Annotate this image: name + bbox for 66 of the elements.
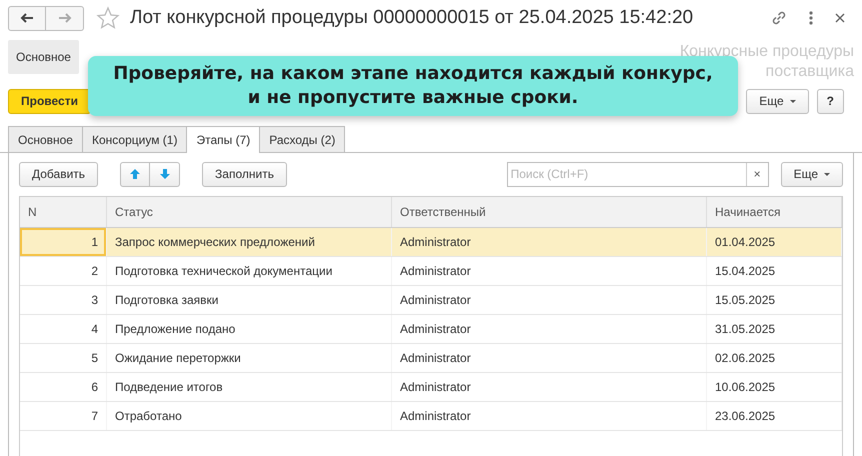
table-row[interactable]: 6 Подведение итогов Administrator 10.06.2025 bbox=[20, 372, 842, 402]
callout-tooltip: Проверяйте, на каком этапе находится каждый конкурс, и не пропустите важные сроки. bbox=[88, 56, 738, 116]
table-row[interactable]: 2 Подготовка технической документации Administrator 15.04.2025 bbox=[20, 256, 842, 286]
table-cell: Предложение подано bbox=[115, 322, 236, 336]
column-header[interactable]: Начинается bbox=[706, 197, 842, 228]
table-cell: 31.05.2025 bbox=[715, 322, 776, 336]
table-cell: Administrator bbox=[400, 409, 471, 423]
table-cell: 3 bbox=[91, 293, 98, 307]
caret-icon bbox=[790, 100, 796, 102]
table-cell: Подготовка технической документации bbox=[115, 264, 332, 278]
help-button[interactable]: ? bbox=[816, 88, 844, 114]
table-cell: Administrator bbox=[400, 235, 471, 249]
table-cell: 02.06.2025 bbox=[715, 351, 776, 365]
tab[interactable]: Консорциум (1) bbox=[82, 126, 188, 152]
table-cell: 7 bbox=[91, 409, 98, 423]
table-cell: Подготовка заявки bbox=[115, 293, 218, 307]
table-cell: Отработано bbox=[115, 409, 182, 423]
star-icon[interactable] bbox=[96, 6, 120, 30]
table-cell: 4 bbox=[91, 322, 98, 336]
table-cell: Запрос коммерческих предложений bbox=[115, 235, 315, 249]
table-row[interactable]: 4 Предложение подано Administrator 31.05.2025 bbox=[20, 314, 842, 344]
window-title: Лот конкурсной процедуры 00000000015 от 25.04.2025 15:42:20 bbox=[130, 7, 694, 29]
close-icon[interactable] bbox=[834, 12, 846, 24]
table-cell: 01.04.2025 bbox=[715, 235, 776, 249]
column-header[interactable]: Ответственный bbox=[392, 197, 706, 228]
nav-link[interactable]: Основное bbox=[8, 40, 79, 74]
add-button[interactable]: Добавить bbox=[19, 162, 98, 186]
table-cell: 6 bbox=[91, 380, 98, 394]
table-cell: Administrator bbox=[400, 293, 471, 307]
tab[interactable]: Основное bbox=[8, 126, 83, 152]
column-header[interactable]: Статус bbox=[106, 197, 392, 228]
move-down-button[interactable] bbox=[150, 162, 180, 186]
link-icon[interactable] bbox=[770, 9, 788, 27]
back-arrow-icon bbox=[20, 13, 34, 23]
table-row[interactable]: 1 Запрос коммерческих предложений Administrator 01.04.2025 bbox=[20, 228, 842, 256]
table-cell: Administrator bbox=[400, 380, 471, 394]
table-cell: Подведение итогов bbox=[115, 380, 223, 394]
table-cell: 2 bbox=[91, 264, 98, 278]
table-cell: 15.04.2025 bbox=[715, 264, 776, 278]
table-cell: Administrator bbox=[400, 322, 471, 336]
tab[interactable]: Этапы (7) bbox=[186, 126, 260, 153]
table-cell: 5 bbox=[91, 351, 98, 365]
table-cell: 15.05.2025 bbox=[715, 293, 776, 307]
column-header[interactable]: N bbox=[20, 197, 106, 228]
up-arrow-icon bbox=[129, 168, 142, 180]
more-button[interactable]: Еще bbox=[746, 88, 809, 114]
more-button[interactable]: Еще bbox=[780, 162, 843, 186]
table-row[interactable]: 5 Ожидание переторжки Administrator 02.06.2025 bbox=[20, 344, 842, 372]
table-cell: Administrator bbox=[400, 264, 471, 278]
table-cell: 23.06.2025 bbox=[715, 409, 776, 423]
down-arrow-icon bbox=[158, 168, 171, 180]
fill-button[interactable]: Заполнить bbox=[202, 162, 287, 186]
back-button[interactable] bbox=[8, 6, 46, 30]
post-button[interactable]: Провести bbox=[8, 88, 91, 114]
table-row[interactable]: 3 Подготовка заявки Administrator 15.05.2025 bbox=[20, 286, 842, 314]
move-up-button[interactable] bbox=[120, 162, 150, 186]
search-field[interactable]: Поиск (Ctrl+F) × bbox=[506, 162, 769, 186]
caret-icon bbox=[824, 172, 830, 176]
table-cell: Ожидание переторжки bbox=[115, 351, 241, 365]
table-cell: 10.06.2025 bbox=[715, 380, 776, 394]
more-icon[interactable] bbox=[808, 10, 814, 26]
forward-arrow-icon bbox=[58, 13, 72, 23]
table-cell: Administrator bbox=[400, 351, 471, 365]
table-row[interactable]: 7 Отработано Administrator 23.06.2025 bbox=[20, 402, 842, 430]
table-cell: 1 bbox=[91, 235, 98, 249]
tab[interactable]: Расходы (2) bbox=[259, 126, 346, 152]
